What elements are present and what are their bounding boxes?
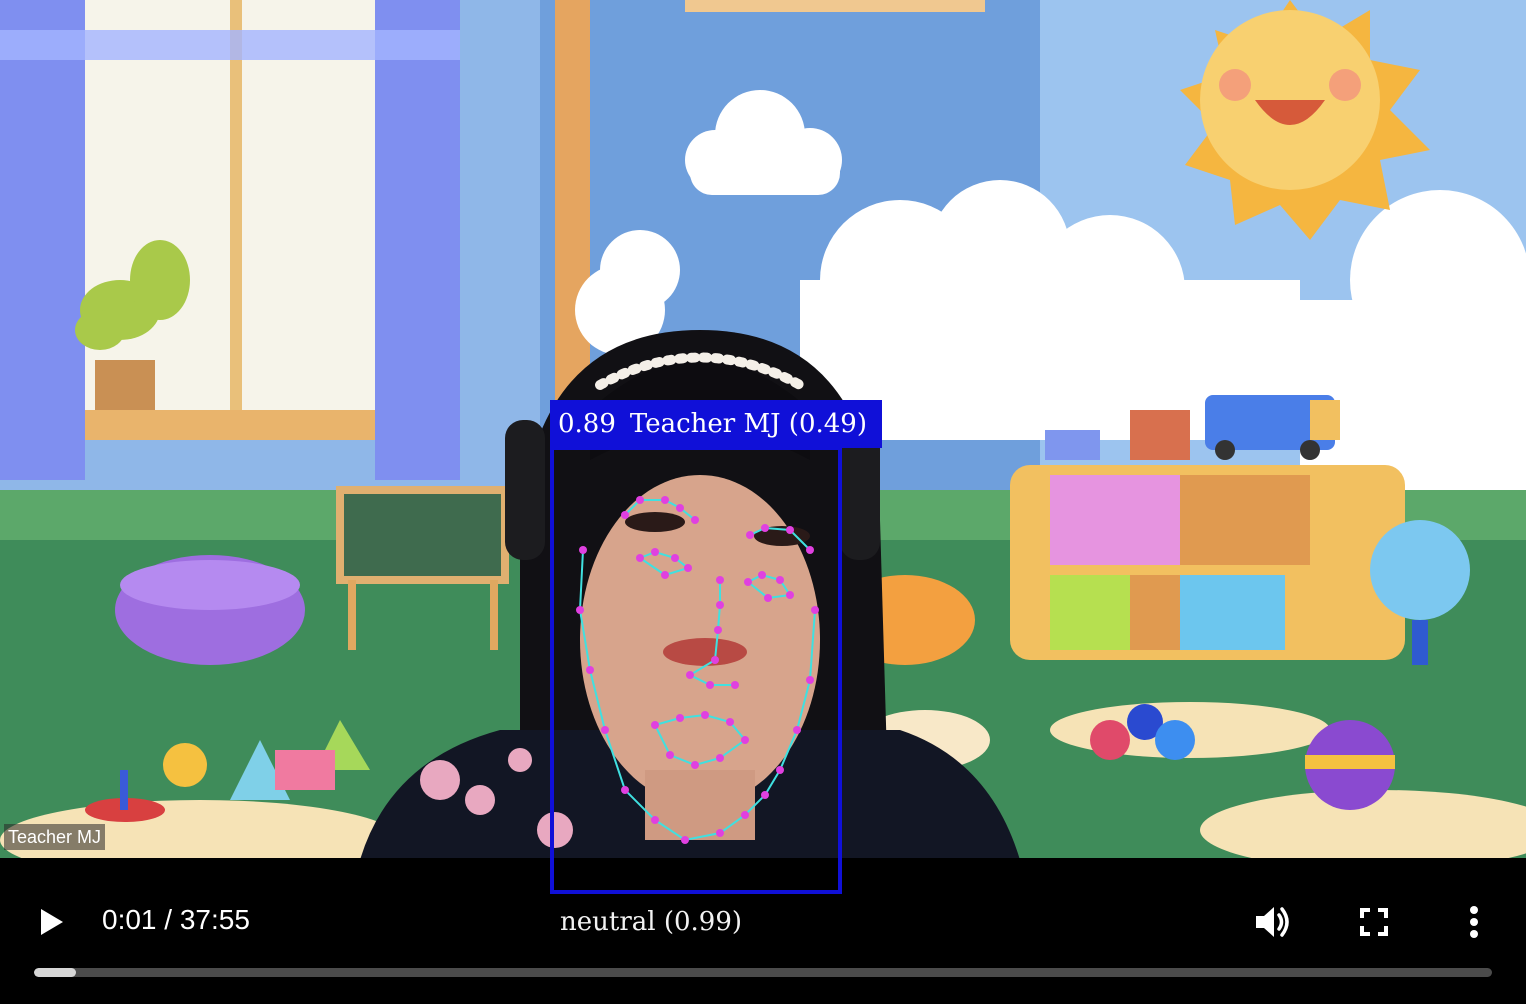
face-identity-label: 0.89 Teacher MJ (0.49) bbox=[550, 400, 882, 448]
fullscreen-button[interactable] bbox=[1352, 900, 1396, 944]
fullscreen-icon bbox=[1360, 908, 1388, 936]
current-time: 0:01 bbox=[102, 904, 157, 935]
participant-name-tag: Teacher MJ bbox=[4, 824, 106, 850]
volume-button[interactable] bbox=[1248, 898, 1296, 946]
play-button[interactable] bbox=[30, 900, 74, 944]
progress-fill bbox=[34, 968, 77, 977]
more-options-button[interactable] bbox=[1456, 898, 1492, 946]
volume-icon bbox=[1256, 907, 1289, 937]
progress-bar[interactable] bbox=[34, 968, 1492, 977]
video-controls: 0:01 / 37:55 bbox=[0, 858, 1526, 1004]
play-icon bbox=[41, 909, 63, 935]
time-display: 0:01 / 37:55 bbox=[102, 902, 250, 938]
duration: 37:55 bbox=[179, 904, 250, 935]
video-player[interactable]: Teacher MJ 0.89 Teacher MJ (0.49) neutral… bbox=[0, 0, 1526, 1004]
detection-confidence: 0.89 bbox=[558, 409, 616, 439]
more-vertical-icon bbox=[1470, 906, 1478, 938]
time-separator: / bbox=[164, 904, 173, 935]
face-bounding-box bbox=[550, 446, 842, 894]
identity-text: Teacher MJ (0.49) bbox=[629, 409, 867, 439]
